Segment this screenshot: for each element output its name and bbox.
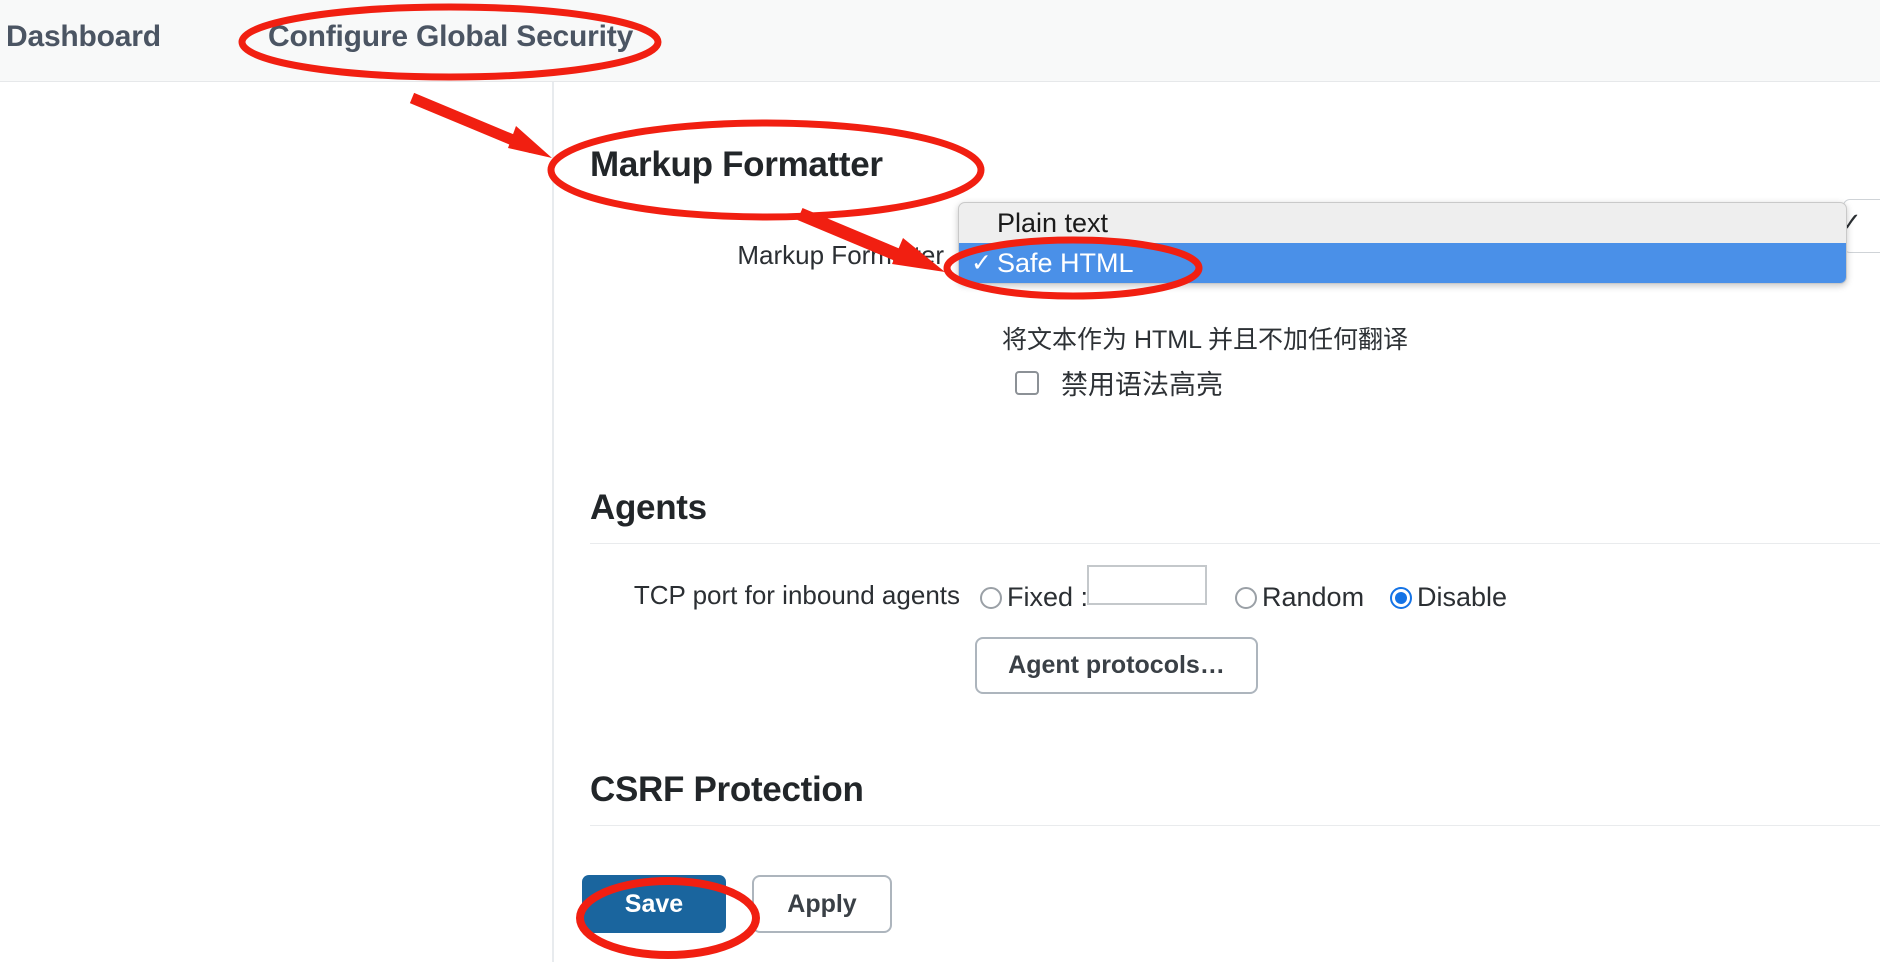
checkbox-disable-syntax-highlight[interactable] — [1015, 370, 1039, 395]
section-title-agents: Agents — [590, 488, 707, 527]
section-title-markup-formatter: Markup Formatter — [590, 145, 883, 184]
section-rule — [590, 543, 1880, 544]
save-button[interactable]: Save — [582, 875, 726, 933]
radio-button-disable[interactable] — [1390, 586, 1412, 609]
agent-protocols-button[interactable]: Agent protocols… — [975, 637, 1258, 694]
radio-button-random[interactable] — [1235, 586, 1257, 609]
section-rule — [590, 825, 1880, 826]
disable-syntax-highlight-row[interactable]: 禁用语法高亮 — [1015, 363, 1223, 402]
radio-option-fixed[interactable]: Fixed : — [980, 582, 1088, 613]
sidebar-divider — [552, 82, 554, 962]
breadcrumb-bar: Dashboard Configure Global Security — [0, 0, 1880, 82]
markup-formatter-help-text: 将文本作为 HTML 并且不加任何翻译 — [1002, 326, 1409, 354]
select-option-label: Safe HTML — [997, 248, 1134, 278]
section-title-csrf-protection: CSRF Protection — [590, 770, 864, 809]
check-icon: ✓ — [971, 249, 992, 277]
breadcrumb-item-configure-global-security[interactable]: Configure Global Security — [268, 20, 633, 54]
radio-option-disable[interactable]: Disable — [1390, 582, 1507, 613]
markup-formatter-select-popup[interactable]: Plain text ✓ Safe HTML — [958, 202, 1847, 284]
radio-label: Disable — [1417, 582, 1508, 612]
select-option-plain-text[interactable]: Plain text — [959, 203, 1846, 243]
markup-formatter-field-label: Markup Formatter — [737, 240, 944, 270]
radio-option-random[interactable]: Random — [1235, 582, 1364, 613]
select-option-label: Plain text — [997, 208, 1109, 238]
radio-label: Fixed : — [1007, 582, 1089, 612]
breadcrumb-item-dashboard[interactable]: Dashboard — [6, 20, 161, 54]
checkbox-label: 禁用语法高亮 — [1061, 370, 1223, 400]
fixed-port-input[interactable] — [1087, 565, 1207, 605]
apply-button[interactable]: Apply — [752, 875, 892, 933]
radio-button-fixed[interactable] — [980, 586, 1002, 609]
select-option-safe-html[interactable]: ✓ Safe HTML — [959, 243, 1846, 283]
tcp-port-field-label: TCP port for inbound agents — [633, 580, 960, 610]
radio-label: Random — [1262, 582, 1365, 612]
